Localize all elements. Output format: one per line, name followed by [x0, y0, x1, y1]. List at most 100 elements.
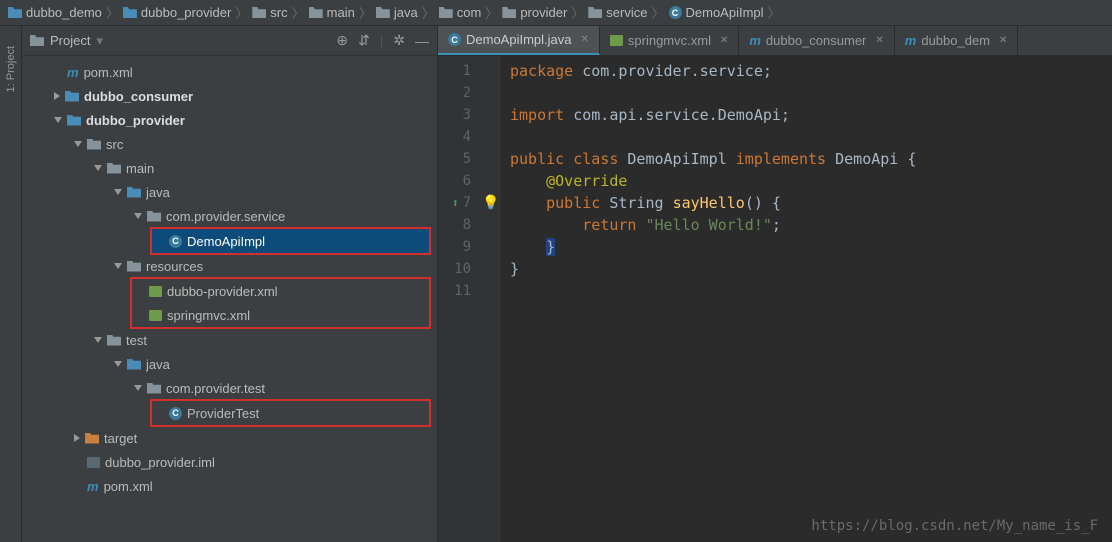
- breadcrumb-item[interactable]: main: [307, 5, 357, 20]
- breadcrumb-label: DemoApiImpl: [686, 5, 764, 20]
- watermark: https://blog.csdn.net/My_name_is_F: [811, 518, 1098, 534]
- expand-arrow-icon[interactable]: [74, 434, 80, 442]
- expand-arrow-icon[interactable]: [134, 385, 142, 391]
- folder-icon: [309, 7, 323, 18]
- class-icon: C: [169, 235, 182, 248]
- target-folder-icon: [85, 433, 99, 444]
- folder-icon: [439, 7, 453, 18]
- tree-node[interactable]: com.provider.test: [22, 376, 437, 400]
- tree-node[interactable]: com.provider.service: [22, 204, 437, 228]
- tree-label: java: [146, 185, 170, 200]
- sidebar-title[interactable]: Project: [50, 33, 90, 48]
- xml-icon: [149, 310, 162, 321]
- expand-arrow-icon[interactable]: [114, 263, 122, 269]
- maven-icon: m: [87, 479, 99, 494]
- tree-node[interactable]: dubbo_provider.iml: [22, 450, 437, 474]
- tree-label: pom.xml: [84, 65, 133, 80]
- tree-node[interactable]: dubbo_consumer: [22, 84, 437, 108]
- tree-node[interactable]: src: [22, 132, 437, 156]
- tree-node[interactable]: CDemoApiImpl: [152, 229, 429, 253]
- module-folder-icon: [127, 359, 141, 370]
- dropdown-icon[interactable]: ▾: [96, 33, 103, 49]
- tree-label: pom.xml: [104, 479, 153, 494]
- expand-arrow-icon[interactable]: [94, 165, 102, 171]
- tree-node[interactable]: test: [22, 328, 437, 352]
- maven-icon: m: [749, 33, 761, 48]
- tab-label: springmvc.xml: [628, 33, 711, 48]
- project-sidebar: Project ▾ ⊕ ⇵ | ✲ — m pom.xml dubbo_consum…: [22, 26, 438, 542]
- tree-label: main: [126, 161, 154, 176]
- breadcrumb-item[interactable]: CDemoApiImpl: [667, 5, 766, 20]
- expand-arrow-icon[interactable]: [74, 141, 82, 147]
- breadcrumb-item[interactable]: dubbo_provider: [121, 5, 233, 20]
- expand-arrow-icon[interactable]: [54, 117, 62, 123]
- tree-node[interactable]: dubbo-provider.xml: [132, 279, 429, 303]
- breadcrumb-item[interactable]: java: [374, 5, 420, 20]
- editor-gutter[interactable]: 1234567⬆891011: [438, 56, 500, 542]
- breadcrumb-label: src: [270, 5, 287, 20]
- close-icon[interactable]: ✕: [875, 35, 883, 46]
- editor-tab[interactable]: mdubbo_consumer✕: [739, 26, 894, 55]
- tree-label: java: [146, 357, 170, 372]
- expand-arrow-icon[interactable]: [54, 92, 60, 100]
- breadcrumb-item[interactable]: provider: [500, 5, 569, 20]
- close-icon[interactable]: ✕: [581, 34, 589, 45]
- project-tree[interactable]: m pom.xml dubbo_consumerdubbo_providersrc m…: [22, 56, 437, 502]
- folder-icon: [502, 7, 516, 18]
- expand-arrow-icon[interactable]: [94, 337, 102, 343]
- maven-icon: m: [67, 65, 79, 80]
- tab-label: dubbo_dem: [921, 33, 990, 48]
- xml-icon: [149, 286, 162, 297]
- tree-node[interactable]: target: [22, 426, 437, 450]
- tree-label: com.provider.test: [166, 381, 265, 396]
- locate-icon[interactable]: ⊕: [336, 32, 348, 49]
- sidebar-header: Project ▾ ⊕ ⇵ | ✲ —: [22, 26, 437, 56]
- expand-arrow-icon[interactable]: [134, 213, 142, 219]
- editor-tab[interactable]: CDemoApiImpl.java✕: [438, 26, 600, 55]
- tree-node[interactable]: springmvc.xml: [132, 303, 429, 327]
- tree-node[interactable]: main: [22, 156, 437, 180]
- editor-tab[interactable]: mdubbo_dem✕: [895, 26, 1019, 55]
- iml-icon: [87, 457, 100, 468]
- tree-node[interactable]: dubbo_provider: [22, 108, 437, 132]
- collapse-icon[interactable]: ⇵: [358, 32, 370, 49]
- chevron-right-icon: 〉: [651, 3, 664, 22]
- tree-node[interactable]: java: [22, 352, 437, 376]
- settings-icon[interactable]: ✲: [393, 32, 405, 49]
- breadcrumb-item[interactable]: com: [437, 5, 484, 20]
- breadcrumb-label: service: [606, 5, 647, 20]
- breadcrumb-item[interactable]: src: [250, 5, 289, 20]
- chevron-right-icon: 〉: [422, 3, 435, 22]
- project-tool-label[interactable]: 1: Project: [5, 46, 17, 92]
- xml-icon: [610, 35, 623, 46]
- breadcrumb-label: main: [327, 5, 355, 20]
- tree-node[interactable]: java: [22, 180, 437, 204]
- intention-bulb-icon[interactable]: 💡: [482, 192, 499, 214]
- chevron-right-icon: 〉: [292, 3, 305, 22]
- breadcrumb-item[interactable]: dubbo_demo: [6, 5, 104, 20]
- editor-tabs: CDemoApiImpl.java✕springmvc.xml✕mdubbo_c…: [438, 26, 1112, 56]
- close-icon[interactable]: ✕: [720, 35, 728, 46]
- hide-icon[interactable]: —: [415, 33, 429, 49]
- tree-label: test: [126, 333, 147, 348]
- code-editor[interactable]: package com.provider.service; import com…: [500, 56, 1112, 542]
- tree-node[interactable]: m pom.xml: [22, 474, 437, 498]
- breadcrumb-item[interactable]: service: [586, 5, 649, 20]
- breadcrumb-label: provider: [520, 5, 567, 20]
- expand-arrow-icon[interactable]: [114, 189, 122, 195]
- folder-icon: [588, 7, 602, 18]
- tool-window-stripe[interactable]: 1: Project: [0, 26, 22, 542]
- folder-icon: [127, 261, 141, 272]
- expand-arrow-icon[interactable]: [114, 361, 122, 367]
- implements-icon[interactable]: ⬆: [452, 192, 459, 214]
- tree-node[interactable]: CProviderTest: [152, 401, 429, 425]
- folder-icon: [147, 383, 161, 394]
- tree-label: resources: [146, 259, 203, 274]
- close-icon[interactable]: ✕: [999, 35, 1007, 46]
- breadcrumb-label: dubbo_demo: [26, 5, 102, 20]
- chevron-right-icon: 〉: [235, 3, 248, 22]
- folder-icon: [147, 211, 161, 222]
- tree-node[interactable]: resources: [22, 254, 437, 278]
- tree-node[interactable]: m pom.xml: [22, 60, 437, 84]
- editor-tab[interactable]: springmvc.xml ✕: [600, 26, 739, 55]
